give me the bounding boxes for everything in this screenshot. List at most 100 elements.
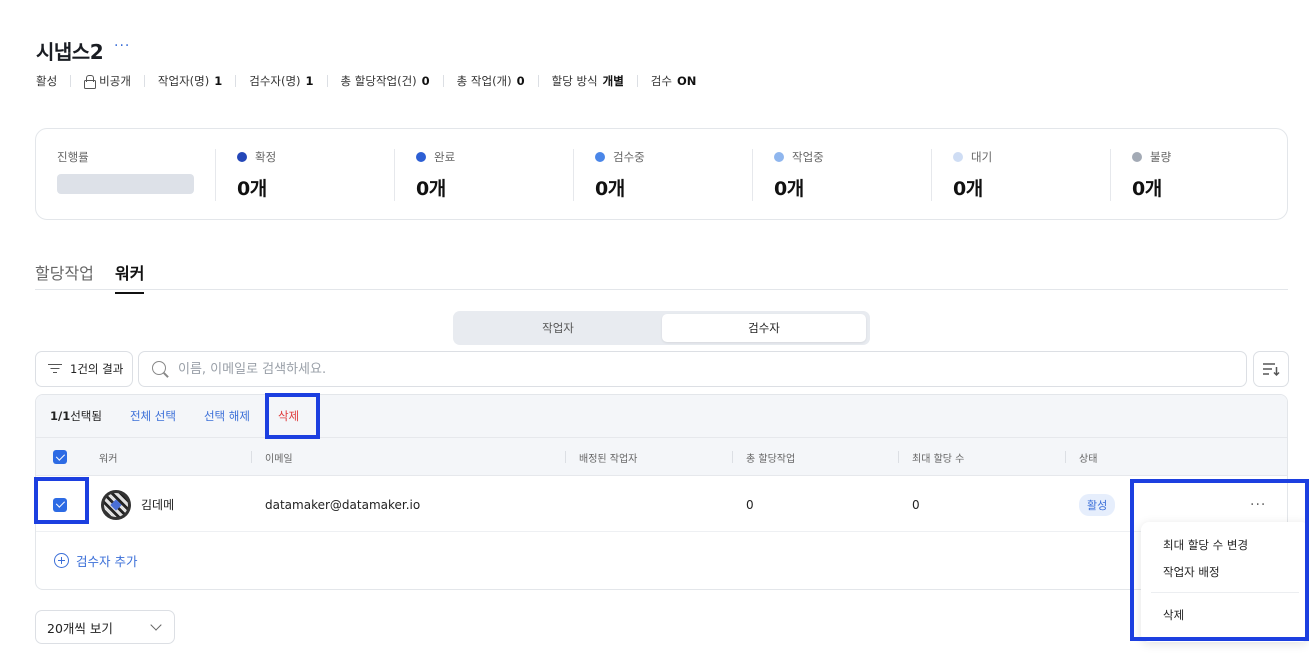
waiting-dot-icon xyxy=(953,152,963,162)
stat-defective: 불량 0개 xyxy=(1110,149,1171,201)
plus-circle-icon xyxy=(54,553,69,568)
table-header: 워커 이메일 배정된 작업자 총 할당작업 최대 할당 수 상태 xyxy=(36,438,1287,476)
review-setting-value: ON xyxy=(676,74,697,88)
divider xyxy=(326,75,328,87)
tasks-count-value: 0 xyxy=(516,74,525,88)
completed-dot-icon xyxy=(416,152,426,162)
column-header: 상태 xyxy=(1064,438,1097,476)
filter-button[interactable]: 1건의 결과 xyxy=(35,351,133,387)
tasks-count: 총 작업(개) 0 xyxy=(457,73,525,89)
stat-label: 검수중 xyxy=(613,150,645,164)
stat-value: 0개 xyxy=(1132,178,1162,200)
status-cell: 활성 xyxy=(1079,477,1116,532)
stat-reviewing: 검수중 0개 xyxy=(573,149,645,201)
row-context-menu: 최대 할당 수 변경 작업자 배정 삭제 xyxy=(1141,522,1309,642)
tab-bar: 할당작업 워커 xyxy=(35,258,1288,294)
assign-method-label: 할당 방식 xyxy=(551,74,598,88)
stat-value: 0개 xyxy=(953,178,983,200)
delete-selected-button[interactable]: 삭제 xyxy=(278,408,299,424)
divider xyxy=(1151,592,1299,593)
review-setting: 검수 ON xyxy=(651,73,697,89)
menu-item-change-max-assign[interactable]: 최대 할당 수 변경 xyxy=(1163,537,1248,553)
select-all-button[interactable]: 전체 선택 xyxy=(130,408,176,424)
assigned-count-label: 총 할당작업(건) xyxy=(340,74,417,88)
reviewers-count-label: 검수자(명) xyxy=(249,74,301,88)
stat-label: 불량 xyxy=(1150,150,1172,164)
assigned-count: 총 할당작업(건) 0 xyxy=(341,73,430,89)
stat-value: 0개 xyxy=(774,178,804,200)
segment-workers[interactable]: 작업자 xyxy=(456,314,660,342)
progress-card: 진행률 확정 0개 완료 0개 검수중 0개 작업중 0개 대기 0개 불량 0… xyxy=(35,128,1288,220)
checkbox-checked-icon xyxy=(53,450,67,464)
progress-rate: 진행률 xyxy=(57,149,194,201)
segment-reviewers[interactable]: 검수자 xyxy=(662,314,866,342)
divider xyxy=(70,75,72,87)
progress-bar xyxy=(57,174,194,194)
page-size-value: 20개씩 보기 xyxy=(47,620,113,636)
result-count: 1건의 결과 xyxy=(70,362,124,376)
review-setting-label: 검수 xyxy=(650,74,672,88)
workers-count-label: 작업자(명) xyxy=(157,74,210,88)
page-title: 시냅스2 xyxy=(36,40,104,64)
project-meta: 활성 비공개 작업자(명) 1 검수자(명) 1 총 할당작업(건) 0 총 작업(개… xyxy=(36,72,696,90)
reviewing-dot-icon xyxy=(595,152,605,162)
max-assign-cell: 0 xyxy=(912,497,920,512)
checkbox-checked-icon xyxy=(53,497,67,512)
deselect-button[interactable]: 선택 해제 xyxy=(204,408,250,424)
defective-dot-icon xyxy=(1132,152,1142,162)
search-input[interactable] xyxy=(178,361,1218,377)
stat-label: 완료 xyxy=(434,150,456,164)
assigned-count-value: 0 xyxy=(421,74,430,88)
stat-label: 확정 xyxy=(255,150,277,164)
stat-value: 0개 xyxy=(416,178,446,200)
selection-count-suffix: 선택됨 xyxy=(70,409,102,423)
menu-item-assign-workers[interactable]: 작업자 배정 xyxy=(1163,564,1220,580)
worker-name: 김데메 xyxy=(141,498,175,512)
more-icon: ··· xyxy=(1250,496,1267,513)
stat-working: 작업중 0개 xyxy=(752,149,824,201)
email-cell: datamaker@datamaker.io xyxy=(265,497,421,512)
stat-confirmed: 확정 0개 xyxy=(215,149,276,201)
assign-method-value: 개별 xyxy=(602,74,624,88)
page-size-select[interactable]: 20개씩 보기 xyxy=(35,610,175,644)
stat-label: 작업중 xyxy=(792,150,824,164)
search-box xyxy=(138,351,1247,387)
role-segment: 작업자 검수자 xyxy=(453,311,870,345)
row-checkbox[interactable] xyxy=(53,477,67,532)
column-header: 총 할당작업 xyxy=(731,438,795,476)
menu-item-delete[interactable]: 삭제 xyxy=(1163,607,1184,623)
divider xyxy=(636,75,638,87)
confirmed-dot-icon xyxy=(237,152,247,162)
chevron-down-icon xyxy=(150,619,162,631)
visibility: 비공개 xyxy=(84,73,131,89)
stat-waiting: 대기 0개 xyxy=(931,149,992,201)
tasks-count-label: 총 작업(개) xyxy=(456,74,512,88)
add-reviewer-label: 검수자 추가 xyxy=(76,554,138,569)
sort-button[interactable] xyxy=(1253,351,1289,387)
tab-workers[interactable]: 워커 xyxy=(115,260,145,294)
table-row[interactable]: 김데메 datamaker@datamaker.io 0 0 활성 ··· xyxy=(36,477,1287,532)
visibility-label: 비공개 xyxy=(99,74,131,88)
avatar xyxy=(101,489,131,520)
status-text: 활성 xyxy=(36,74,58,88)
assign-method: 할당 방식 개별 xyxy=(552,73,624,89)
workers-count-value: 1 xyxy=(214,74,223,88)
working-dot-icon xyxy=(774,152,784,162)
select-all-checkbox[interactable] xyxy=(53,438,67,476)
sort-icon xyxy=(1263,363,1280,377)
workers-count: 작업자(명) 1 xyxy=(158,73,222,89)
status-badge: 활성 xyxy=(1079,493,1116,516)
add-reviewer-button[interactable]: 검수자 추가 xyxy=(54,551,137,570)
lock-icon xyxy=(84,75,97,89)
column-header: 최대 할당 수 xyxy=(897,438,964,476)
divider xyxy=(235,75,237,87)
divider xyxy=(537,75,539,87)
stat-value: 0개 xyxy=(595,178,625,200)
selection-bar: 1/1선택됨 전체 선택 선택 해제 삭제 xyxy=(36,395,1287,438)
stat-completed: 완료 0개 xyxy=(394,149,455,201)
column-header: 배정된 작업자 xyxy=(564,438,637,476)
stat-value: 0개 xyxy=(237,178,267,200)
total-assigned-cell: 0 xyxy=(746,497,754,512)
project-more-button[interactable]: ··· xyxy=(114,38,130,54)
tab-assigned-tasks[interactable]: 할당작업 xyxy=(35,260,94,292)
